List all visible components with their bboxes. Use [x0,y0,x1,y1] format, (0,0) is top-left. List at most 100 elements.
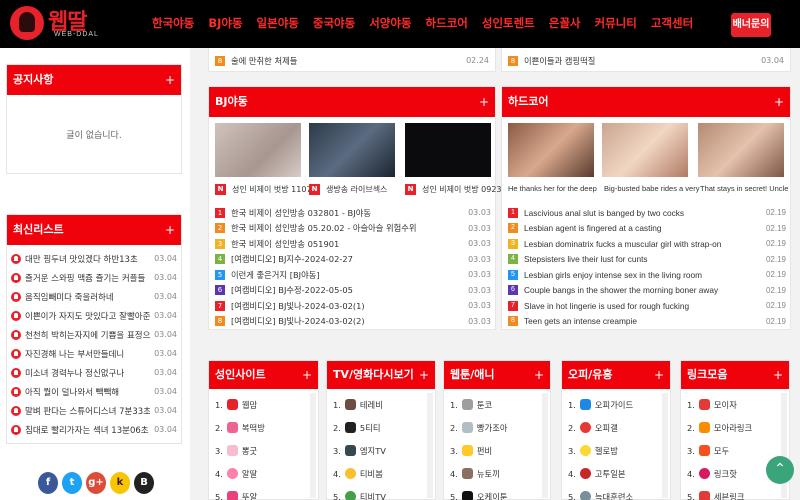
nav-item-support[interactable]: 고객센터 [651,15,693,31]
list-item[interactable]: 5 Lesbian girls enjoy intense sex in the … [508,267,786,283]
list-item[interactable]: 자진경해 나는 부서만들데니 03.04 [11,344,177,363]
list-item[interactable]: 즐거운 스와핑 맥쥼 즐기는 커플들 03.04 [11,268,177,287]
nav-item-korean[interactable]: 한국야동 [152,15,194,31]
category-header[interactable]: 성인사이트 + [209,361,318,389]
nav-item-western[interactable]: 서양야동 [369,15,411,31]
link-item[interactable]: 1. 오피가이드 [568,393,664,416]
category-more-icon[interactable]: + [419,361,429,389]
video-thumbnail[interactable] [309,123,395,177]
link-item[interactable]: 3. 엠지TV [333,439,429,462]
category-more-icon[interactable]: + [534,361,544,389]
thumbnail-caption[interactable]: He thanks her for the deep [508,184,597,193]
link-item[interactable]: 3. 모두 [687,439,783,462]
list-item[interactable]: 4 [여캠비디오] BJ지수-2024-02-27 03.03 [215,252,491,268]
category-more-icon[interactable]: + [773,361,783,389]
bj-header[interactable]: BJ야동 + [209,87,495,117]
list-item[interactable]: 8 [여캠비디오] BJ빛나-2024-03-02(2) 03.03 [215,314,491,330]
list-item[interactable]: 8 술에 만취한 처제들 02.24 [215,53,489,69]
link-item[interactable]: 2. 오피갤 [568,416,664,439]
scroll-to-top-button[interactable]: ⌃ [766,456,794,484]
list-item[interactable]: 2 Lesbian agent is fingered at a casting 0… [508,221,786,237]
list-item[interactable]: 2 한국 비제이 성인방송 05.20.02 - 아슬아슬 위험수위 03.03 [215,221,491,237]
hardcore-header[interactable]: 하드코어 + [502,87,790,117]
thumbnail-caption[interactable]: Big-busted babe rides a very [604,184,699,193]
link-item[interactable]: 5. 티비TV [333,485,429,500]
list-item[interactable]: 천천히 박히는자지에 기쁨을 표정으로말해03.04 [11,325,177,344]
list-item[interactable]: 6 Couple bangs in the shower the morning … [508,283,786,299]
link-item[interactable]: 3. 뽕굿 [215,439,312,462]
video-thumbnail[interactable] [215,123,301,177]
list-item[interactable]: 이쁜이가 자지도 맛있다고 잘빨아준다 03.04 [11,306,177,325]
link-item[interactable]: 2. 모아라링크 [687,416,783,439]
link-item[interactable]: 4. 알딸 [215,462,312,485]
link-item[interactable]: 2. 빵가조아 [450,416,544,439]
list-item[interactable]: 3 한국 비제이 성인방송 051901 03.03 [215,236,491,252]
nav-item-photos[interactable]: 은꼴사 [549,15,581,31]
list-item[interactable]: 3 Lesbian dominatrix fucks a muscular gir… [508,236,786,252]
thumbnail-caption[interactable]: N 성인 비제이 벗방 1107 [215,184,312,195]
category-header[interactable]: 오피/유흥 + [562,361,670,389]
band-icon[interactable]: B [134,472,154,494]
nav-item-china[interactable]: 중국야동 [313,15,355,31]
scrollbar[interactable] [662,393,668,498]
nav-item-japan[interactable]: 일본야동 [257,15,299,31]
link-item[interactable]: 4. 티비봄 [333,462,429,485]
kakaostory-icon[interactable]: k [110,472,130,494]
list-item[interactable]: 7 [여캠비디오] BJ빛나-2024-03-02(1) 03.03 [215,298,491,314]
googleplus-icon[interactable]: g+ [86,472,106,494]
list-item[interactable]: 5 이런게 좋은거지 [BJ야동] 03.03 [215,267,491,283]
nav-item-bj[interactable]: BJ야동 [208,15,242,31]
list-item[interactable]: 침대로 빨리가자는 섹녀 13분06초 03.04 [11,420,177,439]
link-item[interactable]: 3. 펀비 [450,439,544,462]
video-thumbnail[interactable] [508,123,594,177]
list-item[interactable]: 1 Lascivious anal slut is banged by two c… [508,205,786,221]
recent-more-icon[interactable]: + [165,215,175,245]
nav-item-torrent[interactable]: 성인토렌트 [482,15,535,31]
list-item[interactable]: 미소녀 경력누나 정신없구나 03.04 [11,363,177,382]
link-item[interactable]: 1. 툰코 [450,393,544,416]
link-item[interactable]: 1. 웹맘 [215,393,312,416]
link-item[interactable]: 5. 세븐링크 [687,485,783,500]
list-item[interactable]: 움직임빼미다 죽을러하네 03.04 [11,287,177,306]
scrollbar[interactable] [310,393,316,498]
video-thumbnail[interactable] [602,123,688,177]
link-item[interactable]: 5. 오케이툰 [450,485,544,500]
list-item[interactable]: 7 Slave in hot lingerie is used for rough… [508,298,786,314]
thumbnail-caption[interactable]: N 성인 비제이 벗방 092301 [405,184,512,195]
site-logo[interactable]: 웹딸 WEB-DDAL [10,4,102,44]
category-header[interactable]: 웹툰/애니 + [444,361,550,389]
video-thumbnail[interactable] [698,123,784,177]
notice-more-icon[interactable]: + [165,65,175,95]
hardcore-more-icon[interactable]: + [774,87,784,117]
scrollbar[interactable] [427,393,433,498]
notice-header[interactable]: 공지사항 + [7,65,181,95]
category-header[interactable]: TV/영화다시보기 + [327,361,435,389]
link-item[interactable]: 5. 늑대훈련소 [568,485,664,500]
link-item[interactable]: 2. 복떡방 [215,416,312,439]
twitter-icon[interactable]: t [62,472,82,494]
nav-item-community[interactable]: 커뮤니티 [595,15,637,31]
list-item[interactable]: 대만 핑두녀 맛있겠다 하반13초 03.04 [11,249,177,268]
thumbnail-caption[interactable]: That stays in secret! Uncle [700,184,788,193]
link-item[interactable]: 2. 5티티 [333,416,429,439]
thumbnail-caption[interactable]: N 생방송 라이브섹스 [309,184,387,195]
list-item[interactable]: 아직 뭘이 덜나와서 빽빽해 03.04 [11,382,177,401]
link-item[interactable]: 4. 뉴토끼 [450,462,544,485]
banner-inquiry-button[interactable]: 배너문의 [731,13,771,37]
list-item[interactable]: 6 [여캠비디오] BJ수정-2022-05-05 03.03 [215,283,491,299]
list-item[interactable]: 8 이쁜이들과 캠핑떡질 03.04 [508,53,784,69]
list-item[interactable]: 4 Stepsisters live their lust for cunts 02… [508,252,786,268]
link-item[interactable]: 5. 뚜알 [215,485,312,500]
link-item[interactable]: 3. 헬로밤 [568,439,664,462]
video-thumbnail[interactable] [405,123,491,177]
category-header[interactable]: 링크모음 + [681,361,789,389]
facebook-icon[interactable]: f [38,472,58,494]
scrollbar[interactable] [542,393,548,498]
bj-more-icon[interactable]: + [479,87,489,117]
list-item[interactable]: 말벼 판다는 스튜어디스녀 7분33초 03.04 [11,401,177,420]
category-more-icon[interactable]: + [654,361,664,389]
link-item[interactable]: 4. 고투일본 [568,462,664,485]
link-item[interactable]: 1. 모이자 [687,393,783,416]
link-item[interactable]: 1. 테레비 [333,393,429,416]
list-item[interactable]: 1 한국 비제이 성인방송 032801 - BJ야동 03.03 [215,205,491,221]
